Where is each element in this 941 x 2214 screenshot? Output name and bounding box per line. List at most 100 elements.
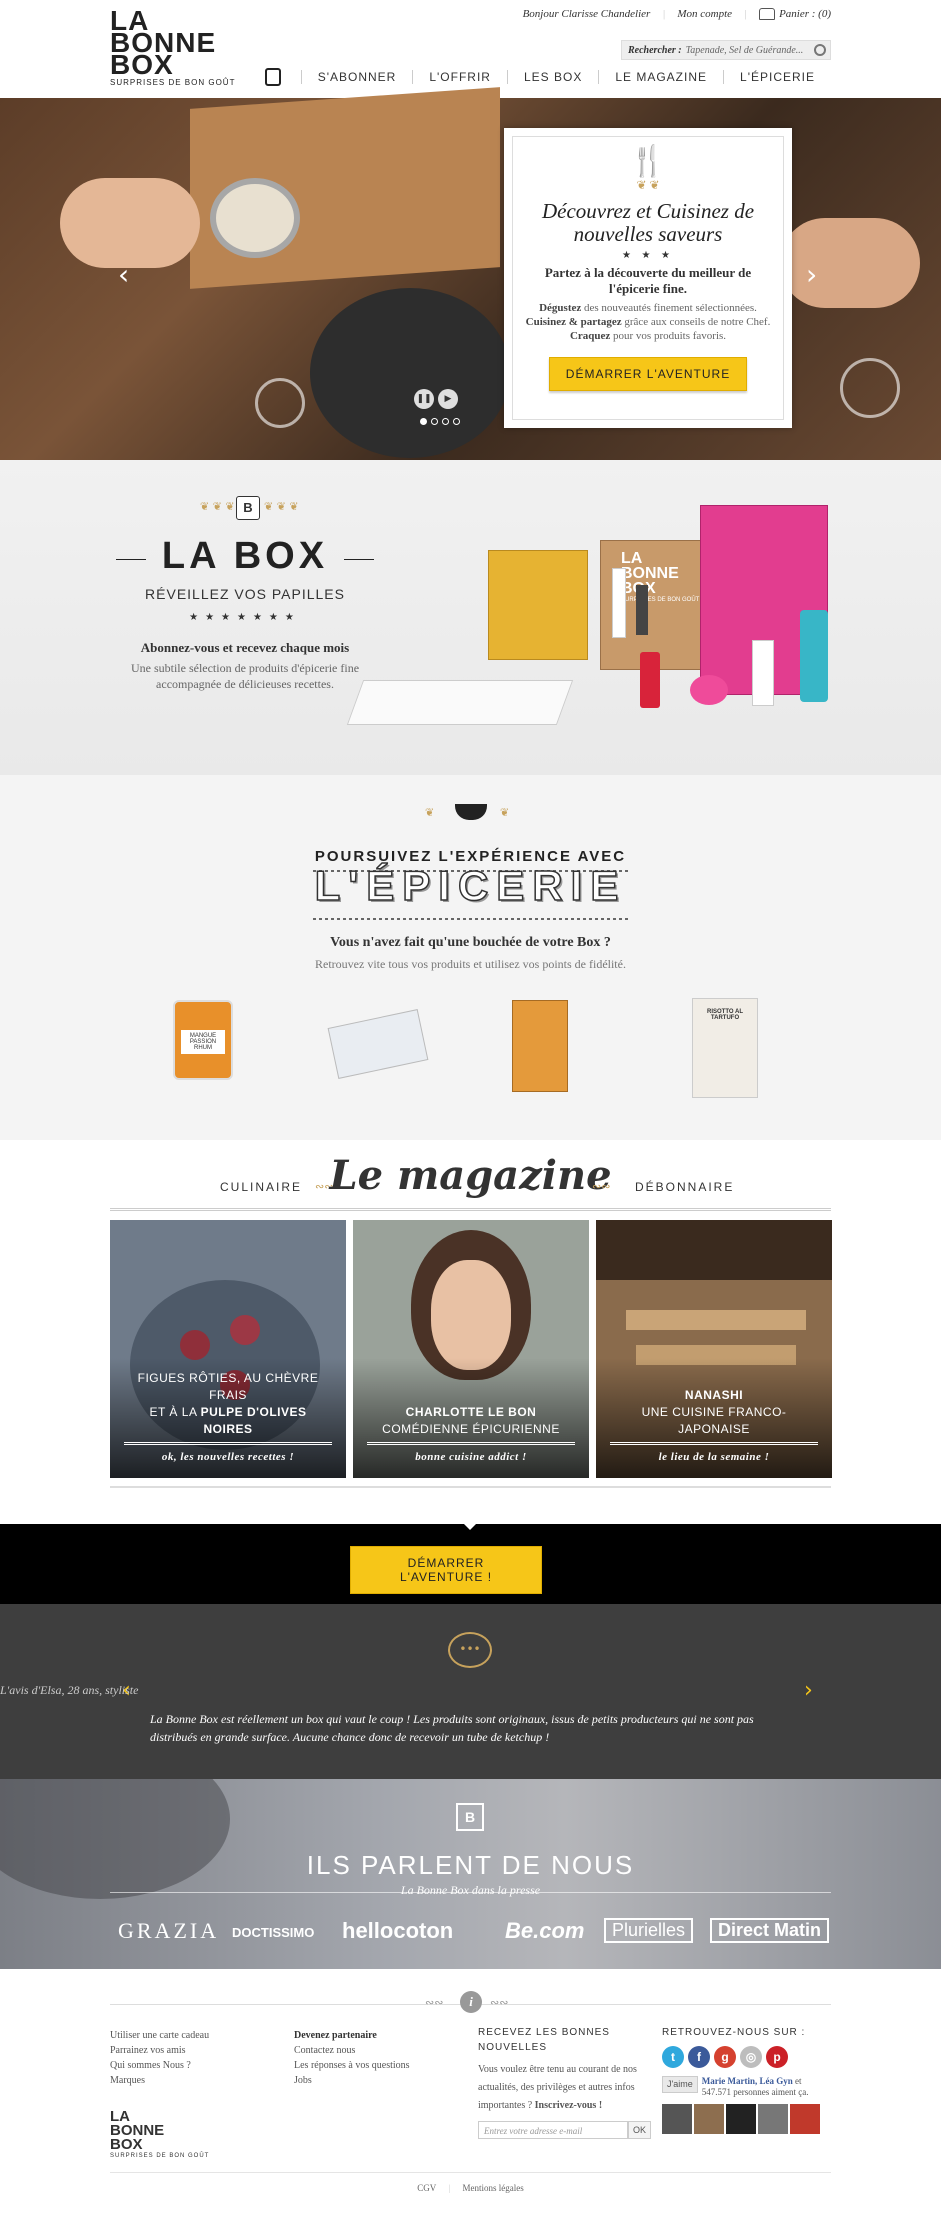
email-field[interactable]: Entrez votre adresse e-mail bbox=[478, 2121, 628, 2139]
card-caption: CHARLOTTE LE BON COMÉDIENNE ÉPICURIENNE … bbox=[367, 1404, 575, 1466]
pause-icon[interactable]: ❚❚ bbox=[414, 389, 434, 409]
footer-link[interactable]: Qui sommes Nous ? bbox=[110, 2058, 280, 2073]
card-line-pre: ET À LA bbox=[149, 1405, 201, 1419]
product-risotto-bag[interactable]: RISOTTO AL TARTUFO bbox=[692, 998, 758, 1098]
footer-link[interactable]: Jobs bbox=[294, 2073, 464, 2088]
avatar[interactable] bbox=[758, 2104, 788, 2134]
play-icon[interactable]: ▶ bbox=[438, 389, 458, 409]
footer-col-partners: Devenez partenaire Contactez nous Les ré… bbox=[294, 2028, 464, 2088]
slider-dot[interactable] bbox=[431, 418, 438, 425]
slider-dot[interactable] bbox=[420, 418, 427, 425]
avatar[interactable] bbox=[726, 2104, 756, 2134]
greeting-link[interactable]: Bonjour Clarisse Chandelier bbox=[523, 8, 651, 20]
press-logo-be[interactable]: Be.com bbox=[505, 1918, 584, 1944]
legal-notice-link[interactable]: Mentions légales bbox=[462, 2183, 523, 2193]
slider-dots bbox=[420, 418, 460, 425]
product-sponge bbox=[690, 675, 728, 705]
googleplus-icon[interactable]: g bbox=[714, 2046, 736, 2068]
footer-link[interactable]: Les réponses à vos questions bbox=[294, 2058, 464, 2073]
nav-gift[interactable]: L'OFFRIR bbox=[412, 70, 507, 84]
main-nav: S'ABONNER L'OFFRIR LES BOX LE MAGAZINE L… bbox=[264, 68, 831, 86]
press-logo-doctissimo[interactable]: DOCTISSIMO bbox=[232, 1925, 314, 1940]
footer-link[interactable]: Parrainez vos amis bbox=[110, 2043, 280, 2058]
press-logo-grazia[interactable]: GRAZIA bbox=[118, 1918, 219, 1944]
search-input[interactable]: Rechercher : Tapenade, Sel de Guérande..… bbox=[621, 40, 831, 60]
cta-band-button[interactable]: DÉMARRER L'AVENTURE ! bbox=[350, 1546, 542, 1594]
twitter-icon[interactable]: t bbox=[662, 2046, 684, 2068]
search-placeholder: Tapenade, Sel de Guérande... bbox=[685, 44, 804, 56]
product-nail-polish bbox=[640, 652, 660, 708]
footer-logo[interactable]: LA BONNE BOX SURPRISES DE BON GOÛT bbox=[110, 2109, 209, 2160]
footer-link[interactable]: Utiliser une carte cadeau bbox=[110, 2028, 280, 2043]
nav-boxes[interactable]: LES BOX bbox=[506, 70, 598, 84]
press-logo-plurielles[interactable]: Plurielles bbox=[604, 1918, 694, 1943]
card-tag: ok, les nouvelles recettes ! bbox=[161, 1451, 295, 1463]
cgv-link[interactable]: CGV bbox=[417, 2183, 436, 2193]
footer-link[interactable]: Contactez nous bbox=[294, 2043, 464, 2058]
card-line: COMÉDIENNE ÉPICURIENNE bbox=[382, 1422, 560, 1436]
magazine-title: Le magazine bbox=[329, 1152, 612, 1199]
like-people[interactable]: Marie Martin, Léa Gyn bbox=[702, 2076, 793, 2086]
testimonial-author: L'avis d'Elsa, 28 ans, styliste bbox=[0, 1683, 139, 1697]
magazine-card[interactable]: CHARLOTTE LE BON COMÉDIENNE ÉPICURIENNE … bbox=[353, 1220, 589, 1478]
slider-dot[interactable] bbox=[453, 418, 460, 425]
newsletter-ok-button[interactable]: OK bbox=[628, 2121, 652, 2139]
divider: | bbox=[662, 8, 666, 21]
search-label: Rechercher : bbox=[628, 44, 682, 56]
swirl-icon: ∾∾ bbox=[425, 1996, 444, 2009]
footer-link[interactable]: Marques bbox=[110, 2073, 280, 2088]
magazine-card[interactable]: FIGUES RÔTIES, AU CHÈVRE FRAIS ET À LA P… bbox=[110, 1220, 346, 1478]
hero-next-arrow-icon[interactable]: › bbox=[806, 258, 817, 291]
nav-subscribe[interactable]: S'ABONNER bbox=[300, 70, 413, 84]
footer-link[interactable]: Devenez partenaire bbox=[294, 2028, 464, 2043]
avatar[interactable] bbox=[662, 2104, 692, 2134]
card-table bbox=[626, 1310, 806, 1330]
site-header: LA BONNE BOX SURPRISES DE BON GOÛT Bonjo… bbox=[0, 0, 941, 98]
title-rule bbox=[116, 559, 146, 560]
card-rule bbox=[367, 1442, 575, 1445]
hero-card: 🍴 ❦ ❦ Découvrez et Cuisinez de nouvelles… bbox=[504, 128, 792, 428]
nav-epicerie[interactable]: L'ÉPICERIE bbox=[723, 70, 831, 84]
press-logo-hellocoton[interactable]: hellocoton bbox=[342, 1918, 453, 1944]
pinterest-icon[interactable]: p bbox=[766, 2046, 788, 2068]
section-rule bbox=[110, 1486, 831, 1488]
box-badge-icon: B bbox=[236, 496, 260, 520]
account-link[interactable]: Mon compte bbox=[677, 8, 732, 20]
search-icon[interactable] bbox=[814, 44, 826, 56]
product-jam-jar[interactable]: MANGUE PASSION RHUM bbox=[173, 1000, 233, 1080]
instagram-icon[interactable]: ◎ bbox=[740, 2046, 762, 2068]
like-button[interactable]: J'aime bbox=[662, 2076, 698, 2093]
product-tea-box[interactable] bbox=[512, 1000, 568, 1092]
card-caption: FIGUES RÔTIES, AU CHÈVRE FRAIS ET À LA P… bbox=[124, 1370, 332, 1466]
card-ceiling bbox=[596, 1220, 832, 1280]
product-mascara bbox=[636, 585, 648, 635]
nav-magazine[interactable]: LE MAGAZINE bbox=[598, 70, 723, 84]
hero-prev-arrow-icon[interactable]: ‹ bbox=[118, 258, 129, 291]
laurel-icon: ❦ ❦ ❦ bbox=[264, 500, 299, 513]
hero-glass bbox=[840, 358, 900, 418]
basket-icon bbox=[759, 8, 776, 21]
footer-logo-line: BOX bbox=[110, 2136, 143, 2153]
press-logo-directmatin[interactable]: Direct Matin bbox=[710, 1918, 830, 1943]
slider-dot[interactable] bbox=[442, 418, 449, 425]
avatar[interactable] bbox=[694, 2104, 724, 2134]
social-heading: RETROUVEZ-NOUS SUR : bbox=[662, 2027, 806, 2038]
card-line: ET À LA PULPE D'OLIVES NOIRES bbox=[124, 1404, 332, 1438]
box-subtitle: RÉVEILLEZ VOS PAPILLES bbox=[145, 586, 345, 602]
testimonial-quote: La Bonne Box est réellement un box qui v… bbox=[150, 1712, 754, 1744]
recipe-booklet bbox=[346, 680, 574, 725]
box-bag-icon[interactable] bbox=[264, 68, 281, 86]
cart-link[interactable]: Panier : (0) bbox=[759, 8, 831, 21]
box-stars: ★★★★★★★ bbox=[189, 612, 301, 623]
info-icon: i bbox=[460, 1991, 482, 2013]
site-logo[interactable]: LA BONNE BOX SURPRISES DE BON GOÛT bbox=[110, 7, 240, 90]
avatar[interactable] bbox=[790, 2104, 820, 2134]
magazine-card[interactable]: NANASHI UNE CUISINE FRANCO-JAPONAISE le … bbox=[596, 1220, 832, 1478]
card-line-bold: PULPE D'OLIVES NOIRES bbox=[200, 1405, 307, 1436]
cart-label: Panier : (0) bbox=[779, 8, 831, 20]
facebook-icon[interactable]: f bbox=[688, 2046, 710, 2068]
facebook-like-box: J'aime Marie Martin, Léa Gyn et 547.571 … bbox=[662, 2076, 832, 2098]
hero-glass bbox=[255, 378, 305, 428]
like-text: Marie Martin, Léa Gyn et 547.571 personn… bbox=[702, 2076, 832, 2098]
box-body: Une subtile sélection de produits d'épic… bbox=[130, 661, 360, 691]
